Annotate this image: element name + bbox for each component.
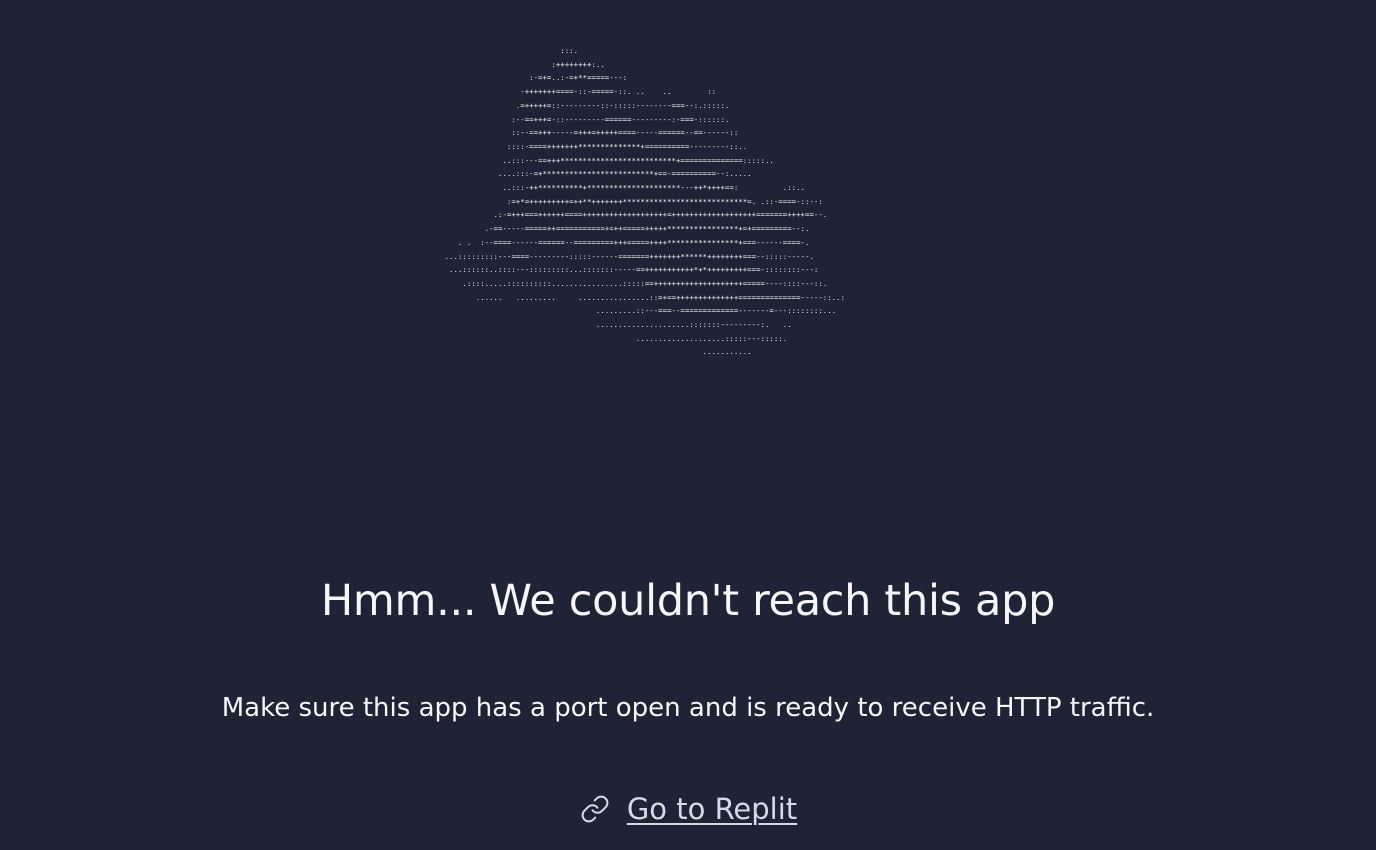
go-to-replit-link[interactable]: Go to Replit [0,789,1376,829]
ascii-art-cloud: :::. :++++++++:.. :-=+=..:-=+**=====---:… [444,46,846,357]
link-icon [579,793,611,825]
go-to-replit-link-label[interactable]: Go to Replit [627,789,797,829]
error-heading: Hmm... We couldn't reach this app [320,576,1056,626]
error-description: Make sure this app has a port open and i… [221,693,1155,723]
